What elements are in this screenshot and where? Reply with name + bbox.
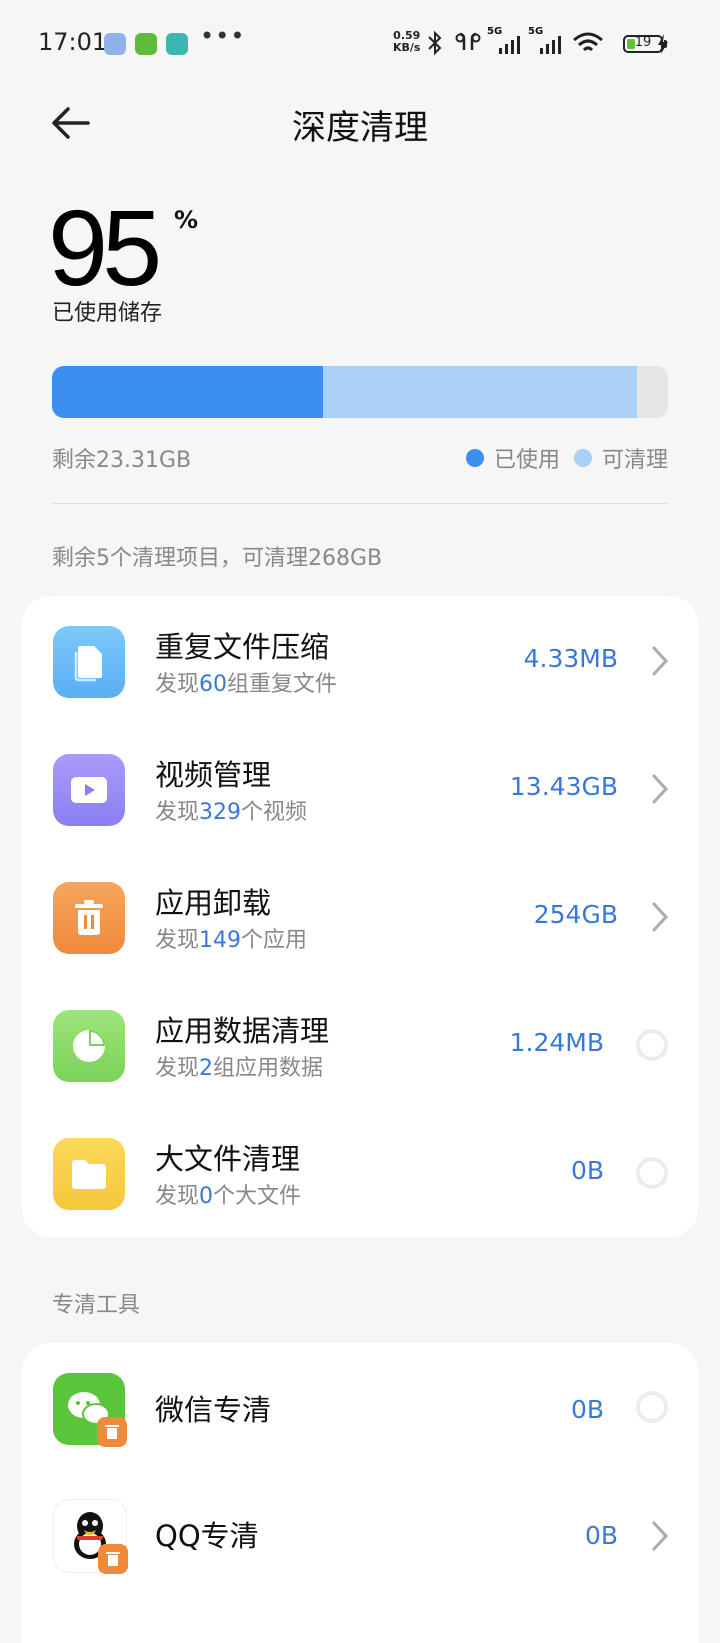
status-time: 17:01 [38,28,108,56]
storage-cleanable-segment [323,366,638,418]
pie-chart-icon [53,1010,125,1082]
wifi-icon [573,32,603,52]
chevron-right-icon [652,902,669,932]
charging-app-icon [135,33,157,55]
cleanup-item-duplicate-files[interactable]: 重复文件压缩 发现60组重复文件 4.33MB [22,596,698,726]
storage-used-label: 已使用储存 [52,301,163,326]
app-notification-icon [104,33,126,55]
row-title: 重复文件压缩 [155,630,330,664]
percent-symbol: % [174,206,199,234]
chat-app-icon [166,33,188,55]
row-size-value: 13.43GB [509,772,618,801]
row-title: 视频管理 [155,758,272,792]
row-subtitle: 发现149个应用 [155,928,308,953]
chevron-right-icon [652,1521,669,1551]
legend-cleanable-dot [573,449,592,467]
tools-section-label: 专清工具 [52,1293,141,1318]
trash-can-icon [53,882,125,954]
row-title: 微信专清 [155,1393,272,1427]
row-size-value: 4.33MB [523,644,618,673]
cleanup-item-app-uninstall[interactable]: 应用卸载 发现149个应用 254GB [22,852,698,982]
cleanup-summary: 剩余5个清理项目，可清理268GB [52,546,383,571]
video-camera-icon [53,754,125,826]
wechat-icon [53,1373,127,1447]
tool-item-qq[interactable]: QQ专清 0B [22,1469,698,1599]
row-subtitle: 发现329个视频 [155,800,308,825]
network-speed: 0.59 KB/s [393,29,421,54]
loading-spinner-icon [636,1391,668,1423]
signal-icon: 5G [487,26,527,54]
signal-icon: 5G [528,26,568,54]
row-title: 应用数据清理 [155,1014,330,1048]
storage-bar [52,366,668,418]
storage-legend: 已使用 可清理 [452,442,668,474]
row-size-value: 1.24MB [509,1028,604,1057]
legend-used: 已使用 [465,442,560,474]
storage-used-segment [52,366,324,418]
row-title: QQ专清 [155,1519,259,1553]
trash-badge-icon [97,1417,127,1447]
row-size-value: 0B [570,1156,604,1185]
duplicate-files-icon [53,626,125,698]
loading-spinner-icon [636,1029,668,1061]
earbuds-icon [455,32,481,50]
row-size-value: 0B [584,1521,618,1550]
row-subtitle: 发现2组应用数据 [155,1056,324,1081]
divider [52,503,668,504]
storage-used-percent: 95 [48,187,162,308]
row-size-value: 254GB [533,900,618,929]
bluetooth-icon [428,30,442,56]
chevron-right-icon [652,774,669,804]
storage-remaining: 剩余23.31GB [52,448,192,473]
page-title: 深度清理 [292,108,428,148]
cleanup-item-app-data[interactable]: 应用数据清理 发现2组应用数据 1.24MB [22,980,698,1110]
charging-bolt-icon [658,34,668,54]
folder-icon [53,1138,125,1210]
tool-item-wechat[interactable]: 微信专清 0B [22,1343,698,1473]
row-title: 应用卸载 [155,886,272,920]
legend-used-dot [465,449,484,467]
cleanup-item-video-management[interactable]: 视频管理 发现329个视频 13.43GB [22,724,698,854]
more-dots-icon: ••• [200,22,246,50]
legend-cleanable: 可清理 [573,442,668,474]
row-size-value: 0B [570,1395,604,1424]
chevron-right-icon [652,646,669,676]
status-bar: 17:01 ••• 0.59 KB/s 5G 5G 19 [0,0,720,90]
cleanup-card: 重复文件压缩 发现60组重复文件 4.33MB 视频管理 发现329个视频 13… [22,596,698,1237]
tools-card: 微信专清 0B QQ专清 0B [22,1343,698,1643]
row-subtitle: 发现0个大文件 [155,1184,302,1209]
loading-spinner-icon [636,1157,668,1189]
qq-penguin-icon [53,1499,128,1574]
trash-badge-icon [98,1544,128,1574]
row-subtitle: 发现60组重复文件 [155,672,338,697]
cleanup-item-large-files[interactable]: 大文件清理 发现0个大文件 0B [22,1108,698,1238]
row-title: 大文件清理 [155,1142,301,1176]
